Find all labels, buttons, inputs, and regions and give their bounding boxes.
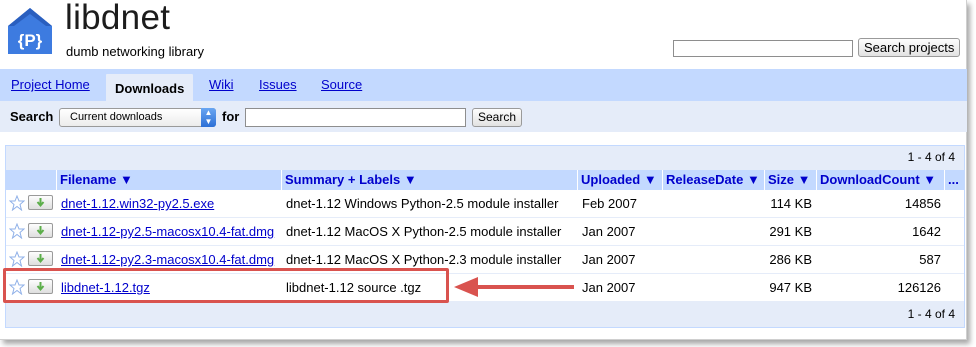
column-header-summary[interactable]: Summary + Labels ▼ — [282, 170, 578, 190]
search-scope-value: Current downloads — [70, 111, 163, 123]
select-arrows-icon: ▲ ▼ — [201, 108, 216, 127]
file-size: 291 KB — [769, 224, 812, 239]
tab-source[interactable]: Source — [321, 77, 362, 92]
highlight-box — [3, 268, 449, 303]
download-arrow-icon[interactable] — [28, 223, 53, 238]
uploaded-date: Jan 2007 — [582, 252, 636, 267]
downloads-search-bar: Search Current downloads ▲ ▼ for Search — [0, 101, 967, 132]
table-row: dnet-1.12.win32-py2.5.exe dnet-1.12 Wind… — [6, 190, 964, 218]
summary-text: dnet-1.12 MacOS X Python-2.3 module inst… — [286, 252, 562, 267]
tab-downloads[interactable]: Downloads — [105, 73, 195, 101]
annotation-arrow-icon — [454, 277, 574, 297]
download-count: 14856 — [904, 196, 941, 211]
header-blank — [6, 170, 57, 190]
column-header-more[interactable]: ... — [945, 170, 964, 190]
for-label: for — [222, 109, 240, 124]
star-icon[interactable] — [9, 251, 25, 267]
file-size: 947 KB — [769, 280, 812, 295]
download-arrow-icon[interactable] — [28, 195, 53, 210]
summary-text: dnet-1.12 Windows Python-2.5 module inst… — [286, 196, 559, 211]
column-header-uploaded[interactable]: Uploaded ▼ — [578, 170, 663, 190]
pagination-count-top: 1 - 4 of 4 — [907, 150, 955, 164]
search-projects-input[interactable] — [673, 40, 853, 57]
project-subtitle: dumb networking library — [66, 44, 205, 59]
table-row: dnet-1.12-py2.5-macosx10.4-fat.dmg dnet-… — [6, 218, 964, 246]
star-icon[interactable] — [9, 195, 25, 211]
search-query-input[interactable] — [245, 108, 466, 127]
file-size: 286 KB — [769, 252, 812, 267]
column-header-size[interactable]: Size ▼ — [765, 170, 817, 190]
tab-bar: Project Home Downloads Wiki Issues Sourc… — [0, 69, 967, 101]
column-header-downloadcount[interactable]: DownloadCount ▼ — [817, 170, 945, 190]
uploaded-date: Jan 2007 — [582, 280, 636, 295]
search-projects-button[interactable]: Search projects — [858, 38, 961, 57]
download-arrow-icon[interactable] — [28, 251, 53, 266]
uploaded-date: Jan 2007 — [582, 224, 636, 239]
search-scope-select[interactable]: Current downloads ▲ ▼ — [59, 108, 216, 127]
project-title: libdnet — [65, 0, 171, 37]
project-logo-icon: {P} — [8, 8, 52, 54]
filename-link[interactable]: dnet-1.12-py2.5-macosx10.4-fat.dmg — [61, 224, 274, 239]
search-button[interactable]: Search — [472, 108, 523, 127]
download-count: 1642 — [912, 224, 941, 239]
star-icon[interactable] — [9, 223, 25, 239]
column-header-releasedate[interactable]: ReleaseDate ▼ — [663, 170, 765, 190]
page-frame: {P} libdnet dumb networking library Sear… — [0, 0, 967, 340]
tab-wiki[interactable]: Wiki — [209, 77, 234, 92]
tab-project-home[interactable]: Project Home — [11, 77, 90, 92]
download-count: 587 — [919, 252, 941, 267]
pagination-count-bottom: 1 - 4 of 4 — [907, 307, 955, 321]
uploaded-date: Feb 2007 — [582, 196, 637, 211]
search-label: Search — [10, 109, 54, 124]
file-size: 114 KB — [770, 196, 812, 211]
download-count: 126126 — [897, 280, 941, 295]
filename-link[interactable]: dnet-1.12.win32-py2.5.exe — [61, 196, 214, 211]
svg-text:{P}: {P} — [18, 31, 43, 50]
filename-link[interactable]: dnet-1.12-py2.3-macosx10.4-fat.dmg — [61, 252, 274, 267]
summary-text: dnet-1.12 MacOS X Python-2.5 module inst… — [286, 224, 562, 239]
column-header-filename[interactable]: Filename ▼ — [57, 170, 282, 190]
tab-issues[interactable]: Issues — [259, 77, 297, 92]
